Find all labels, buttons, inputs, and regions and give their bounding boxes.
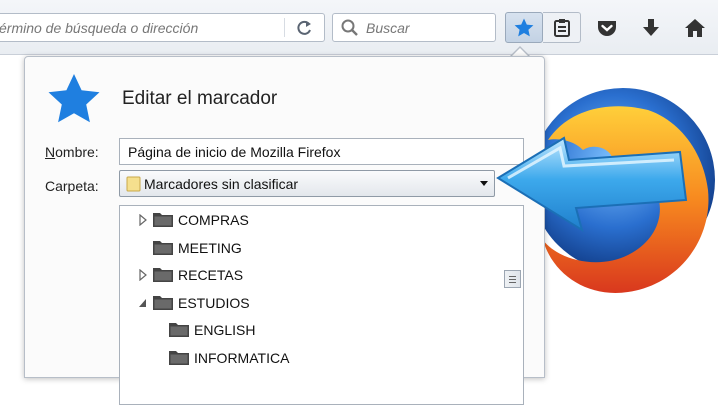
tree-folder-row[interactable]: ESTUDIOS [138,292,478,314]
folder-icon [126,176,141,192]
home-icon [685,18,705,37]
tree-folder-row[interactable]: MEETING [138,237,478,259]
panel-title: Editar el marcador [122,88,278,109]
search-bar[interactable]: Buscar [332,13,496,42]
folder-icon [153,213,173,227]
star-icon [48,74,100,123]
navigation-toolbar: érmino de búsqueda o dirección Buscar [0,0,718,55]
folder-icon [153,268,173,282]
name-field[interactable]: Página de inicio de Mozilla Firefox [119,138,524,165]
bookmarks-menu-button[interactable] [543,12,581,43]
tree-folder-row[interactable]: ENGLISH [154,319,494,341]
twisty-collapsed-icon[interactable] [138,269,148,281]
tree-folder-row[interactable]: RECETAS [138,264,478,286]
url-bar[interactable]: érmino de búsqueda o dirección [0,13,325,42]
pocket-button[interactable] [590,12,624,43]
clipboard-list-icon [553,18,570,37]
name-label-accesskey: N [45,144,56,160]
tree-folder-label: ESTUDIOS [178,294,250,311]
name-label-text: ombre: [55,144,99,160]
tree-folder-label: MEETING [178,239,242,256]
folder-icon [153,295,173,310]
twisty-expanded-icon[interactable] [138,297,148,309]
url-bar-divider [284,18,285,37]
tree-folder-row[interactable]: COMPRAS [138,209,478,231]
pocket-icon [598,20,616,36]
scrollbar-thumb[interactable] [504,270,521,288]
star-icon [514,18,534,36]
reload-icon[interactable] [290,18,320,38]
folder-dropdown-value: Marcadores sin clasificar [144,176,299,192]
tree-folder-label: RECETAS [178,267,244,283]
tree-folder-label: COMPRAS [178,212,249,228]
bookmark-star-button[interactable] [505,12,543,43]
url-placeholder: érmino de búsqueda o dirección [0,20,199,36]
chevron-down-icon [480,181,488,186]
edit-bookmark-panel: Editar el marcador Nombre: Página de ini… [24,56,545,405]
twisty-collapsed-icon[interactable] [138,214,148,226]
folder-dropdown[interactable]: Marcadores sin clasificar [119,170,495,197]
folder-icon [153,240,173,255]
home-button[interactable] [678,12,712,43]
pointer-arrow-icon [496,136,688,233]
tree-folder-label: INFORMATICA [194,349,290,366]
folder-tree[interactable]: COMPRAS MEETING RECETAS ESTUDIOS ENGLISH INFO… [119,205,524,405]
tree-folder-label: ENGLISH [194,322,256,338]
search-icon [340,18,360,38]
folder-label: Carpeta: [45,178,99,194]
search-placeholder: Buscar [366,20,410,36]
folder-icon [169,323,189,337]
name-label: Nombre: [45,144,99,160]
downloads-button[interactable] [634,12,668,43]
folder-icon [169,350,189,365]
download-arrow-icon [643,18,659,36]
tree-folder-row[interactable]: INFORMATICA [154,347,494,369]
